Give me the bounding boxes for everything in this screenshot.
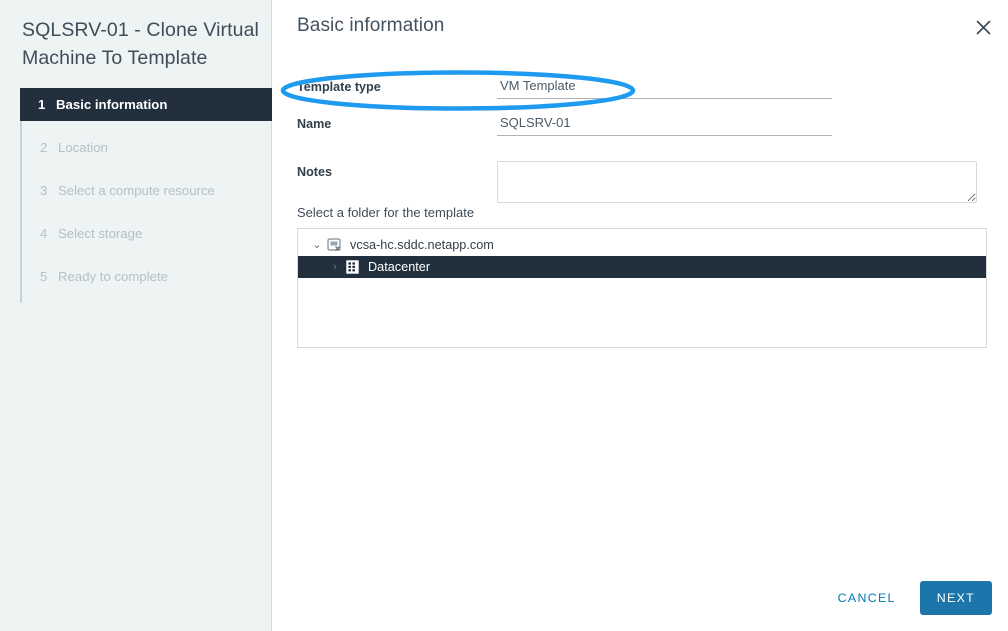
- cancel-button[interactable]: CANCEL: [828, 583, 906, 613]
- next-button[interactable]: NEXT: [919, 581, 992, 615]
- wizard-title: SQLSRV-01 - Clone Virtual Machine To Tem…: [22, 19, 259, 69]
- tree-row-label: Datacenter: [368, 260, 431, 274]
- wizard-steps-list: 1 Basic information 2 Location 3 Select …: [20, 88, 274, 303]
- sidebar-step-location[interactable]: 2 Location: [22, 131, 272, 164]
- step-number: 3: [40, 183, 48, 198]
- template-type-row: Template type VM Template: [297, 76, 987, 108]
- notes-textarea[interactable]: [497, 161, 977, 203]
- step-number: 2: [40, 140, 48, 155]
- tree-row[interactable]: › Datacenter: [298, 256, 986, 278]
- chevron-right-icon[interactable]: ›: [326, 261, 344, 273]
- folder-heading: Select a folder for the template: [297, 205, 475, 220]
- wizard-sidebar: SQLSRV-01 - Clone Virtual Machine To Tem…: [0, 0, 274, 631]
- tree-row-label: vcsa-hc.sddc.netapp.com: [350, 238, 494, 252]
- step-label: Select storage: [58, 226, 143, 241]
- page-title: Basic information: [297, 15, 445, 36]
- folder-tree-panel[interactable]: ⌄ vcsa-hc.sddc.netapp.com › Datacenter: [297, 228, 987, 348]
- name-label: Name: [297, 117, 332, 131]
- clone-vm-to-template-wizard: SQLSRV-01 - Clone Virtual Machine To Tem…: [0, 0, 1008, 631]
- chevron-down-icon[interactable]: ⌄: [308, 239, 326, 251]
- step-number: 1: [38, 97, 46, 112]
- tree-row[interactable]: ⌄ vcsa-hc.sddc.netapp.com: [298, 234, 986, 256]
- template-type-label: Template type: [297, 80, 381, 94]
- name-row: Name: [297, 113, 987, 151]
- name-input[interactable]: [497, 113, 832, 136]
- sidebar-step-select-a-compute-resource[interactable]: 3 Select a compute resource: [22, 174, 272, 207]
- notes-row: Notes: [297, 161, 987, 203]
- step-label: Ready to complete: [58, 269, 168, 284]
- step-number: 5: [40, 269, 48, 284]
- notes-label: Notes: [297, 165, 332, 179]
- vcenter-server-icon: [326, 238, 343, 253]
- datacenter-icon: [344, 260, 361, 275]
- step-number: 4: [40, 226, 48, 241]
- sidebar-step-ready-to-complete[interactable]: 5 Ready to complete: [22, 260, 272, 293]
- basic-information-form: Template type VM Template Name Notes: [297, 76, 987, 203]
- step-label: Location: [58, 140, 108, 155]
- sidebar-step-select-storage[interactable]: 4 Select storage: [22, 217, 272, 250]
- folder-selection-section: Select a folder for the template ⌄ vcsa-…: [297, 205, 987, 348]
- step-label: Select a compute resource: [58, 183, 215, 198]
- close-icon[interactable]: [970, 14, 996, 40]
- wizard-main-pane: Basic information Template type VM Templ…: [272, 0, 1008, 631]
- step-label: Basic information: [56, 97, 168, 112]
- wizard-footer: CANCEL NEXT: [828, 581, 992, 615]
- sidebar-step-basic-information[interactable]: 1 Basic information: [20, 88, 274, 121]
- template-type-value: VM Template: [497, 76, 832, 99]
